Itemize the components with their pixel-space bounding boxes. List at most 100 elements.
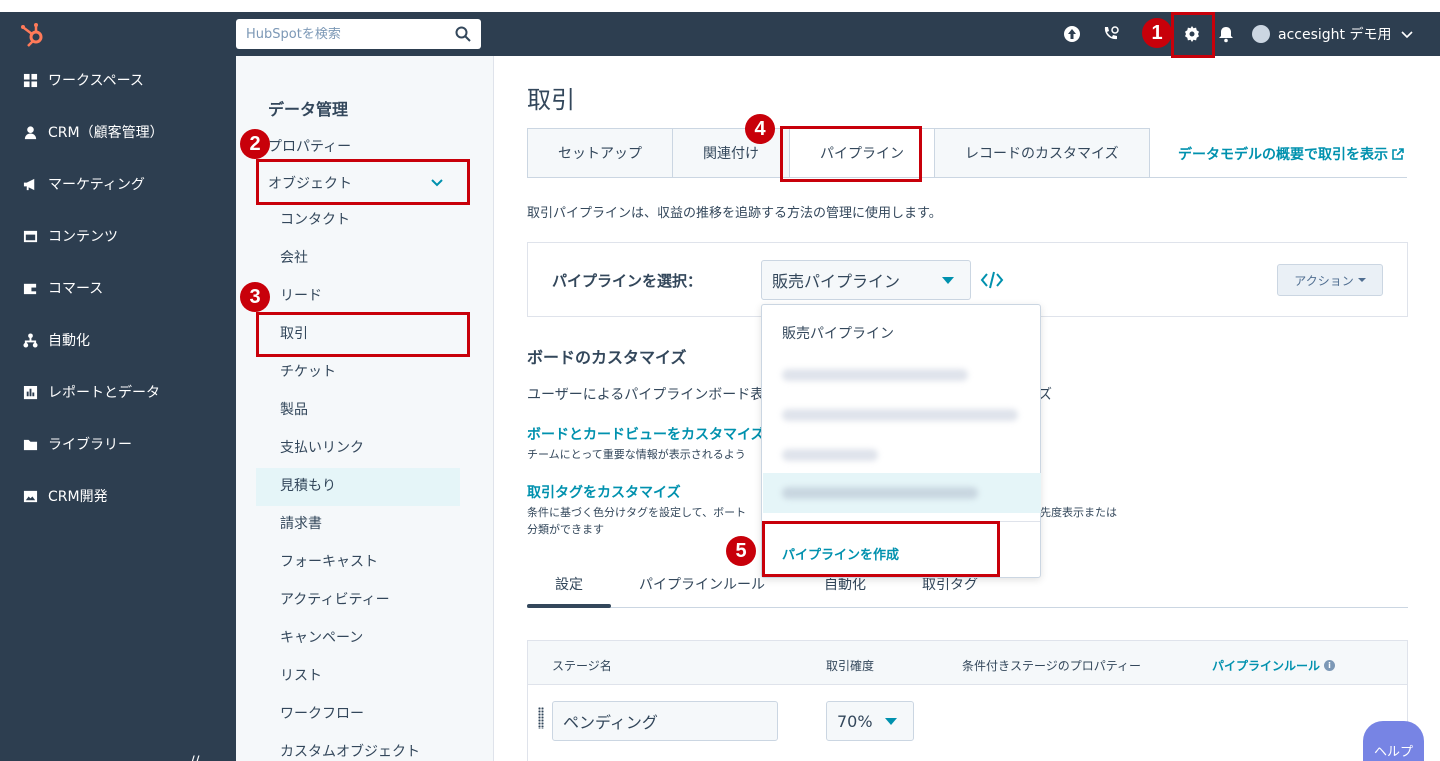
nav-item-library[interactable]: ライブラリー — [22, 432, 132, 456]
nav-item-content[interactable]: コンテンツ — [22, 224, 118, 248]
subnav-item-lead[interactable]: リード — [280, 286, 322, 306]
subtab-active-underline — [527, 604, 611, 608]
annotation-box-4 — [780, 126, 922, 182]
nav-item-crm[interactable]: CRM（顧客管理） — [22, 120, 164, 144]
annotation-box-1 — [1171, 12, 1215, 58]
avatar — [1252, 25, 1270, 43]
nav-item-label: CRM（顧客管理） — [48, 125, 164, 141]
subnav-item-contact[interactable]: コンタクト — [280, 210, 350, 230]
notification-bell-icon[interactable] — [1216, 24, 1236, 44]
external-link-icon — [1392, 148, 1404, 160]
pipeline-select-label: パイプラインを選択： — [552, 272, 703, 290]
wallet-icon — [22, 280, 38, 296]
blurred-option[interactable] — [782, 409, 1018, 421]
action-button-label: アクション — [1294, 273, 1354, 288]
subnav-item-custom-object[interactable]: カスタムオブジェクト — [280, 742, 420, 761]
nav-item-label: ライブラリー — [48, 437, 132, 453]
subnav-item-product[interactable]: 製品 — [280, 400, 308, 420]
tab-record-customize[interactable]: レコードのカスタマイズ — [934, 128, 1150, 178]
window-icon — [22, 228, 38, 244]
subtab-pipeline-rules[interactable]: パイプラインルール — [639, 574, 765, 594]
th-conditional-props: 条件付きステージのプロパティー — [962, 659, 1142, 673]
nav-item-label: コンテンツ — [48, 229, 118, 245]
customize-tags-desc-line1: 条件に基づく色分けタグを設定して、ボート — [527, 506, 747, 519]
calling-icon[interactable] — [1101, 24, 1121, 44]
collapse-handle-icon[interactable]: // — [190, 754, 199, 761]
action-button[interactable]: アクション — [1277, 264, 1383, 296]
subnav-item-ticket[interactable]: チケット — [280, 362, 336, 382]
caret-down-icon — [885, 718, 897, 725]
megaphone-icon — [22, 176, 38, 192]
annotation-badge-5: 5 — [726, 536, 756, 566]
subnav-item-forecast[interactable]: フォーキャスト — [280, 552, 378, 572]
nav-item-label: ワークスペース — [48, 73, 144, 89]
subtab-settings[interactable]: 設定 — [555, 574, 583, 594]
grid-icon — [22, 72, 38, 88]
nav-item-marketing[interactable]: マーケティング — [22, 172, 145, 196]
th-probability: 取引確度 — [826, 659, 875, 673]
stage-name-input[interactable] — [552, 701, 778, 741]
tabs-divider — [527, 177, 1407, 178]
hubspot-logo-icon[interactable] — [20, 22, 46, 48]
chevron-down-icon — [1401, 31, 1414, 39]
search-icon[interactable] — [455, 26, 471, 42]
data-model-link[interactable]: データモデルの概要で取引を表示 — [1178, 144, 1404, 164]
customize-board-link[interactable]: ボードとカードビューをカスタマイズ — [527, 424, 765, 444]
th-pipeline-rules-label: パイプラインルール — [1212, 659, 1321, 673]
flow-icon — [22, 332, 38, 348]
caret-down-icon — [942, 277, 954, 284]
probability-select[interactable]: 70% — [826, 701, 914, 741]
subnav-title: データ管理 — [268, 100, 349, 119]
account-menu[interactable]: accesight デモ用 — [1252, 22, 1414, 46]
subnav-item-workflow[interactable]: ワークフロー — [280, 704, 364, 724]
nav-item-label: マーケティング — [48, 177, 145, 193]
subnav-item-company[interactable]: 会社 — [280, 248, 308, 268]
subnav-item-invoice[interactable]: 請求書 — [280, 514, 322, 534]
image-icon — [22, 488, 38, 504]
probability-value: 70% — [837, 711, 873, 731]
nav-item-crm-dev[interactable]: CRM開発 — [22, 484, 108, 508]
top-strip — [0, 0, 1440, 12]
pipeline-select-value: 販売パイプライン — [772, 272, 901, 291]
subnav-item-campaign[interactable]: キャンペーン — [280, 628, 363, 648]
blurred-option[interactable] — [782, 369, 968, 381]
nav-item-commerce[interactable]: コマース — [22, 276, 103, 300]
info-icon[interactable]: i — [1324, 660, 1336, 671]
data-model-link-label: データモデルの概要で取引を表示 — [1178, 147, 1388, 163]
annotation-box-3 — [256, 312, 470, 357]
upgrade-icon[interactable] — [1062, 24, 1082, 44]
search-input[interactable] — [246, 26, 446, 42]
nav-item-reports[interactable]: レポートとデータ — [22, 380, 160, 404]
board-customize-title: ボードのカスタマイズ — [527, 348, 687, 367]
board-desc-text: ユーザーによるパイプラインボード表 — [527, 387, 765, 403]
blurred-option[interactable] — [782, 449, 878, 461]
help-button[interactable]: ヘルプ — [1363, 721, 1424, 761]
nav-item-automation[interactable]: 自動化 — [22, 328, 90, 352]
pipeline-description: 取引パイプラインは、収益の推移を追跡する方法の管理に使用します。 — [527, 206, 942, 221]
subnav-item-activity[interactable]: アクティビティー — [280, 590, 390, 610]
customize-tags-link[interactable]: 取引タグをカスタマイズ — [527, 482, 681, 502]
drag-handle-icon[interactable] — [538, 707, 544, 729]
left-navigation: ワークスペース CRM（顧客管理） マーケティング コンテンツ コマース 自動化… — [0, 12, 236, 761]
subnav-item-list[interactable]: リスト — [280, 666, 322, 686]
annotation-box-5 — [762, 521, 1000, 577]
nav-item-label: レポートとデータ — [48, 385, 160, 401]
th-pipeline-rules[interactable]: パイプラインルール i — [1212, 657, 1336, 674]
nav-item-workspace[interactable]: ワークスペース — [22, 68, 144, 92]
customize-tags-desc-line2: 分類ができます — [527, 523, 604, 536]
pipeline-select[interactable]: 販売パイプライン — [761, 260, 971, 300]
annotation-badge-4: 4 — [745, 114, 775, 144]
subnav-item-payment-link[interactable]: 支払いリンク — [280, 438, 364, 458]
annotation-badge-2: 2 — [240, 129, 270, 159]
code-icon[interactable] — [980, 270, 1004, 290]
subnav-property[interactable]: プロパティー — [268, 136, 351, 156]
caret-down-icon — [1357, 278, 1366, 282]
dropdown-item-sales-pipeline[interactable]: 販売パイプライン — [782, 323, 894, 343]
nav-item-label: 自動化 — [48, 333, 90, 349]
blurred-option[interactable] — [782, 487, 978, 499]
tab-setup[interactable]: セットアップ — [527, 128, 672, 178]
search-box[interactable] — [236, 19, 481, 49]
subnav-item-quote[interactable]: 見積もり — [280, 476, 336, 496]
stage-table: ステージ名 取引確度 条件付きステージのプロパティー パイプラインルール i 7… — [527, 640, 1408, 761]
annotation-badge-1: 1 — [1142, 18, 1172, 48]
